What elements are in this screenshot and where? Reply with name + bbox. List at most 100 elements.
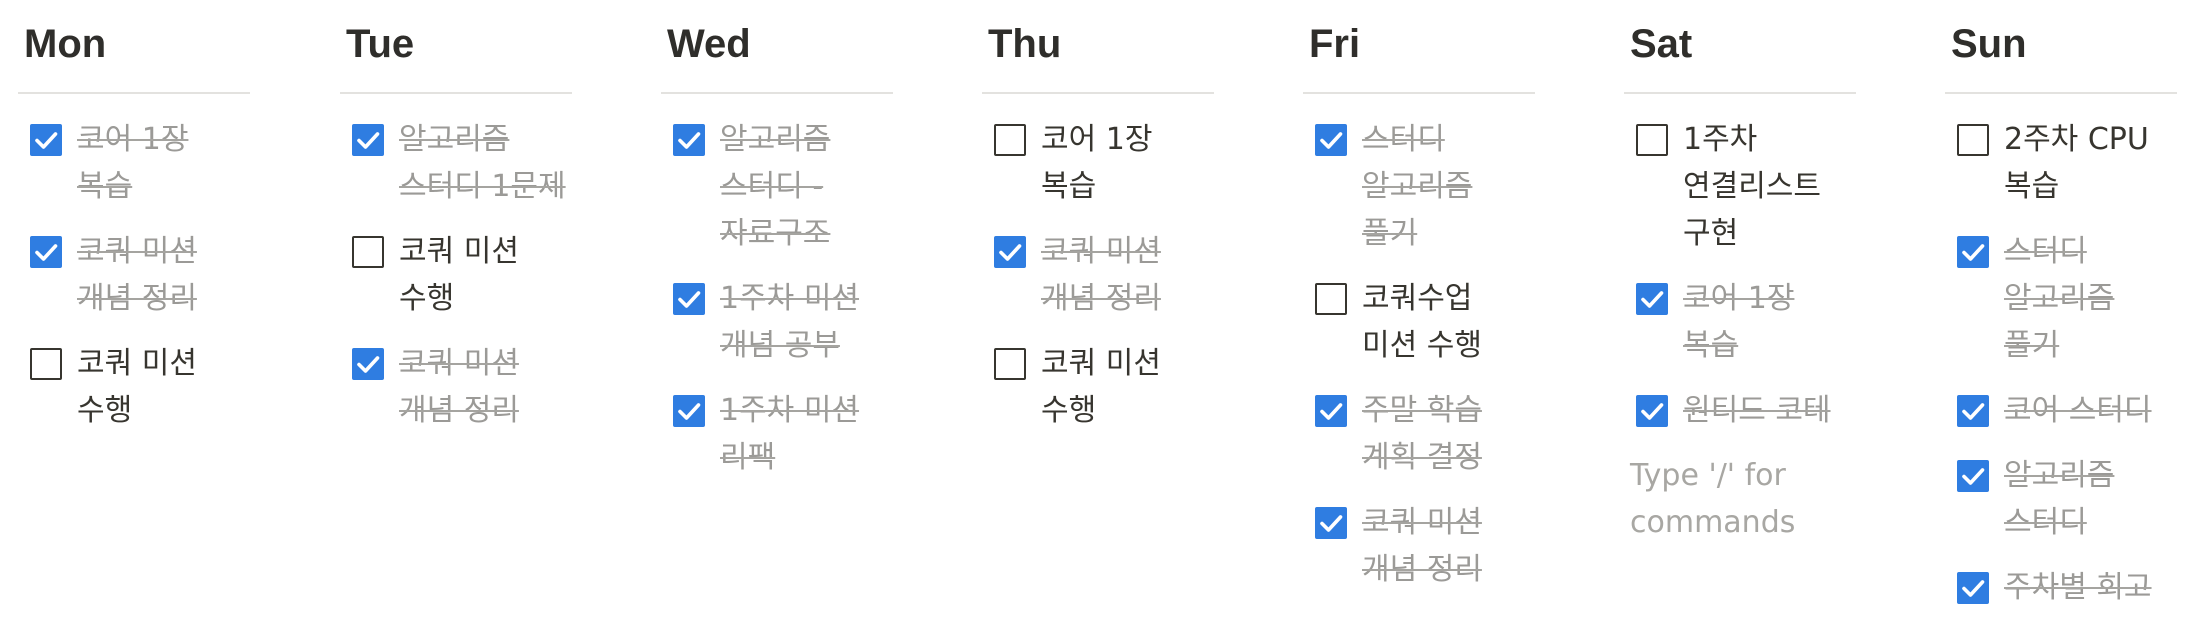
todo-checkbox[interactable] (1957, 395, 1989, 427)
checkmark-icon (1641, 291, 1664, 308)
todo-item: 주말 학습 계획 결정 (1303, 387, 1535, 499)
todo-checkbox[interactable] (352, 124, 384, 156)
checkmark-icon (1641, 403, 1664, 420)
todo-text[interactable]: 1주차 미션 리팩 (720, 387, 893, 481)
day-divider (1303, 92, 1535, 94)
todo-text[interactable]: 코쿼 미션 개념 정리 (1362, 499, 1535, 593)
todo-item: 2주차 CPU 복습 (1945, 116, 2177, 228)
todo-item: 코어 1장 복습 (1624, 275, 1856, 387)
day-title[interactable]: Tue (346, 18, 414, 70)
todo-text[interactable]: 2주차 CPU 복습 (2004, 116, 2177, 210)
todo-checkbox[interactable] (30, 348, 62, 380)
todo-text[interactable]: 코쿼 미션 수행 (399, 228, 572, 322)
day-title[interactable]: Wed (667, 18, 751, 70)
todo-checkbox[interactable] (1315, 283, 1347, 315)
todo-text[interactable]: 스터디 알고리즘 풀기 (1362, 116, 1535, 257)
checkmark-icon (1320, 403, 1343, 420)
todo-list: 코어 1장 복습 코쿼 미션 개념 정리 코쿼 미션 수행 (18, 116, 250, 452)
todo-item: 스터디 알고리즘 풀기 (1303, 116, 1535, 275)
checkmark-icon (1320, 515, 1343, 532)
todo-checkbox[interactable] (673, 395, 705, 427)
empty-block-placeholder[interactable]: Type '/' for commands (1624, 452, 1856, 546)
todo-checkbox[interactable] (1957, 572, 1989, 604)
todo-checkbox[interactable] (30, 124, 62, 156)
todo-text[interactable]: 스터디 알고리즘 풀기 (2004, 228, 2177, 369)
day-divider (982, 92, 1214, 94)
todo-item: 코쿼 미션 개념 정리 (18, 228, 250, 340)
todo-checkbox[interactable] (994, 124, 1026, 156)
todo-item: 1주차 미션 개념 공부 (661, 275, 893, 387)
todo-checkbox[interactable] (1636, 395, 1668, 427)
todo-item: 스터디 알고리즘 풀기 (1945, 228, 2177, 387)
todo-item: 주차별 회고 (1945, 564, 2177, 629)
todo-text[interactable]: 코쿼 미션 개념 정리 (77, 228, 250, 322)
todo-item: 코어 스터디 (1945, 387, 2177, 452)
day-title[interactable]: Sat (1630, 18, 1692, 70)
todo-checkbox[interactable] (1957, 124, 1989, 156)
todo-item: 코쿼 미션 개념 정리 (340, 340, 572, 452)
todo-text[interactable]: 알고리즘 스터디 - 자료구조 (720, 116, 893, 257)
todo-text[interactable]: 주말 학습 계획 결정 (1362, 387, 1535, 481)
todo-item: 코어 1장 복습 (18, 116, 250, 228)
todo-list: 2주차 CPU 복습 스터디 알고리즘 풀기 코어 스터디 알고리즘 스터디 주… (1945, 116, 2177, 629)
checkmark-icon (678, 291, 701, 308)
checkmark-icon (1962, 580, 1985, 597)
todo-text[interactable]: 주차별 회고 (2004, 564, 2177, 611)
todo-checkbox[interactable] (1957, 236, 1989, 268)
todo-text[interactable]: 코쿼 미션 개념 정리 (399, 340, 572, 434)
todo-item: 1주차 미션 리팩 (661, 387, 893, 499)
checkmark-icon (678, 403, 701, 420)
todo-checkbox[interactable] (673, 124, 705, 156)
todo-item: 코쿼수업 미션 수행 (1303, 275, 1535, 387)
todo-text[interactable]: 알고리즘 스터디 1문제 (399, 116, 572, 210)
todo-checkbox[interactable] (352, 348, 384, 380)
checkmark-icon (999, 244, 1022, 261)
day-divider (340, 92, 572, 94)
todo-text[interactable]: 코어 스터디 (2004, 387, 2177, 434)
day-title[interactable]: Sun (1951, 18, 2027, 70)
day-title[interactable]: Fri (1309, 18, 1360, 70)
todo-text[interactable]: 코쿼 미션 개념 정리 (1041, 228, 1214, 322)
todo-checkbox[interactable] (1957, 460, 1989, 492)
todo-checkbox[interactable] (673, 283, 705, 315)
todo-text[interactable]: 코쿼 미션 수행 (77, 340, 250, 434)
todo-list: 알고리즘 스터디 - 자료구조 1주차 미션 개념 공부 1주차 미션 리팩 (661, 116, 893, 499)
todo-checkbox[interactable] (30, 236, 62, 268)
checkmark-icon (1962, 468, 1985, 485)
checkmark-icon (35, 244, 58, 261)
todo-list: 코어 1장 복습 코쿼 미션 개념 정리 코쿼 미션 수행 (982, 116, 1214, 452)
day-title[interactable]: Mon (24, 18, 106, 70)
todo-text[interactable]: 코쿼 미션 수행 (1041, 340, 1214, 434)
todo-text[interactable]: 알고리즘 스터디 (2004, 452, 2177, 546)
todo-text[interactable]: 원티드 코테 (1683, 387, 1856, 434)
todo-checkbox[interactable] (1636, 283, 1668, 315)
todo-text[interactable]: 코어 1장 복습 (1041, 116, 1214, 210)
checkmark-icon (357, 132, 380, 149)
todo-text[interactable]: 1주차 연결리스트 구현 (1683, 116, 1856, 257)
todo-checkbox[interactable] (1315, 124, 1347, 156)
todo-item: 원티드 코테 (1624, 387, 1856, 452)
checkmark-icon (357, 356, 380, 373)
todo-item: 코쿼 미션 개념 정리 (1303, 499, 1535, 611)
todo-item: 알고리즘 스터디 - 자료구조 (661, 116, 893, 275)
todo-text[interactable]: 코어 1장 복습 (1683, 275, 1856, 369)
day-title[interactable]: Thu (988, 18, 1061, 70)
todo-checkbox[interactable] (1315, 395, 1347, 427)
todo-checkbox[interactable] (994, 348, 1026, 380)
checkmark-icon (1962, 403, 1985, 420)
todo-checkbox[interactable] (1315, 507, 1347, 539)
todo-text[interactable]: 코어 1장 복습 (77, 116, 250, 210)
todo-item: 알고리즘 스터디 (1945, 452, 2177, 564)
todo-item: 1주차 연결리스트 구현 (1624, 116, 1856, 275)
todo-text[interactable]: 코쿼수업 미션 수행 (1362, 275, 1535, 369)
todo-item: 코쿼 미션 수행 (340, 228, 572, 340)
todo-checkbox[interactable] (1636, 124, 1668, 156)
todo-checkbox[interactable] (352, 236, 384, 268)
todo-checkbox[interactable] (994, 236, 1026, 268)
checkmark-icon (1320, 132, 1343, 149)
todo-text[interactable]: 1주차 미션 개념 공부 (720, 275, 893, 369)
weekly-todo-board: Mon 코어 1장 복습 코쿼 미션 개념 정리 코쿼 미션 수행 Tue 알고… (0, 0, 2192, 605)
todo-item: 코쿼 미션 수행 (982, 340, 1214, 452)
checkmark-icon (35, 132, 58, 149)
day-divider (1945, 92, 2177, 94)
